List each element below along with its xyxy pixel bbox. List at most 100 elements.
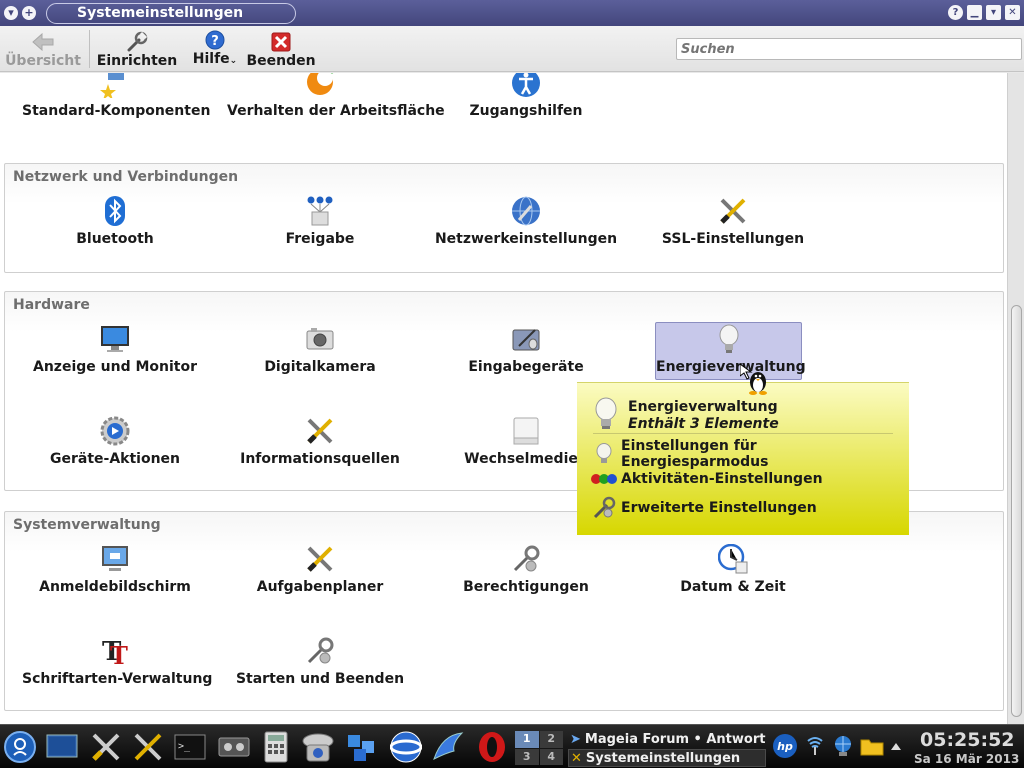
item-anzeige-monitor[interactable]: Anzeige und Monitor	[22, 323, 208, 375]
taskbar: >_ 1 2 3 4 ➤ Mageia Forum • Antwort ✕ Sy…	[0, 724, 1024, 768]
settings-tools-icon[interactable]	[88, 729, 124, 765]
network-blocks-icon[interactable]	[344, 729, 380, 765]
window-titlebar[interactable]: ▾ + Systemeinstellungen ? ▁ ▾ ✕	[0, 0, 1024, 26]
task-mageia-forum[interactable]: ➤ Mageia Forum • Antwort	[568, 730, 766, 748]
item-label: Bluetooth	[76, 231, 154, 247]
desktop-4[interactable]: 4	[539, 748, 563, 765]
workspace-behavior-icon	[304, 73, 336, 99]
item-starten-beenden[interactable]: Starten und Beenden	[227, 635, 413, 687]
item-label: Anzeige und Monitor	[33, 359, 197, 375]
seamonkey-icon[interactable]	[388, 729, 424, 765]
network-globe-icon[interactable]	[832, 735, 854, 757]
configure-label: Einrichten	[96, 53, 178, 69]
clock-time[interactable]: 05:25:52	[920, 729, 1015, 751]
item-schriftarten-verwaltung[interactable]: TT Schriftarten-Verwaltung	[22, 635, 213, 687]
overview-button[interactable]: Übersicht	[5, 28, 81, 70]
font-manager-icon: TT	[99, 635, 131, 667]
firefox-icon[interactable]	[430, 729, 466, 765]
item-aufgabenplaner[interactable]: Aufgabenplaner	[227, 543, 413, 595]
item-label: Schriftarten-Verwaltung	[22, 671, 213, 687]
svg-text:?: ?	[211, 34, 219, 49]
item-anmeldebildschirm[interactable]: Anmeldebildschirm	[22, 543, 208, 595]
configure-button[interactable]: Einrichten	[96, 28, 178, 70]
vertical-scrollbar[interactable]	[1007, 73, 1024, 724]
item-eingabegeraete[interactable]: Eingabegeräte	[433, 323, 619, 375]
desktop-icon[interactable]	[44, 729, 80, 765]
plus-icon[interactable]: +	[22, 6, 36, 20]
tooltip-entry-label: Aktivitäten-Einstellungen	[621, 471, 823, 487]
ssl-tools-icon	[717, 195, 749, 227]
desktop-2[interactable]: 2	[539, 731, 563, 748]
help-icon[interactable]: ?	[948, 5, 963, 20]
item-informationsquellen[interactable]: Informationsquellen	[227, 415, 413, 467]
task-label: Mageia Forum • Antwort	[584, 731, 766, 747]
startup-shutdown-icon	[304, 635, 336, 667]
item-netzwerkeinstellungen[interactable]: Netzwerkeinstellungen	[433, 195, 619, 247]
energieverwaltung-tooltip: Energieverwaltung Enthält 3 Elemente Ein…	[577, 382, 909, 535]
item-label: Eingabegeräte	[468, 359, 584, 375]
system-tray: hp	[772, 733, 902, 759]
item-freigabe[interactable]: Freigabe	[227, 195, 413, 247]
info-sources-icon	[304, 415, 336, 447]
clock-date[interactable]: Sa 16 Mär 2013	[914, 752, 1019, 766]
item-label: Datum & Zeit	[680, 579, 786, 595]
clock-icon	[717, 543, 749, 575]
item-zugangshilfen[interactable]: Zugangshilfen	[433, 73, 619, 119]
desktop-1[interactable]: 1	[515, 731, 539, 748]
item-ssl-einstellungen[interactable]: SSL-Einstellungen	[640, 195, 826, 247]
item-geraete-aktionen[interactable]: Geräte-Aktionen	[22, 415, 208, 467]
folder-icon[interactable]	[860, 736, 884, 756]
item-datum-zeit[interactable]: Datum & Zeit	[640, 543, 826, 595]
item-label: Starten und Beenden	[235, 671, 405, 687]
opera-icon[interactable]	[474, 729, 510, 765]
lightbulb-icon	[593, 397, 619, 435]
item-berechtigungen[interactable]: Berechtigungen	[433, 543, 619, 595]
item-label: Geräte-Aktionen	[49, 451, 181, 467]
expand-arrow-icon[interactable]	[890, 741, 902, 751]
item-digitalkamera[interactable]: Digitalkamera	[227, 323, 413, 375]
chevron-down-icon[interactable]: ▾	[4, 6, 18, 20]
virtual-desktop-pager[interactable]: 1 2 3 4	[515, 731, 563, 765]
bluetooth-icon	[99, 195, 131, 227]
configure-tools-icon[interactable]	[130, 729, 166, 765]
help-menu-button[interactable]: ? Hilfe⌄	[190, 28, 240, 70]
tooltip-entry[interactable]: Erweiterte Einstellungen	[591, 496, 817, 520]
item-label: Aufgabenplaner	[256, 579, 384, 595]
wireless-icon[interactable]	[804, 735, 826, 757]
item-bluetooth[interactable]: Bluetooth	[22, 195, 208, 247]
maximize-icon[interactable]: ▾	[986, 5, 1001, 20]
item-label: Freigabe	[285, 231, 355, 247]
item-label: Standard-Komponenten	[22, 103, 211, 119]
quit-button[interactable]: Beenden	[246, 28, 316, 70]
item-verhalten-arbeitsflaeche[interactable]: Verhalten der Arbeitsfläche	[227, 73, 445, 119]
media-icon[interactable]	[216, 729, 252, 765]
item-label: Digitalkamera	[264, 359, 376, 375]
group-title: Hardware	[13, 297, 90, 313]
scrollbar-thumb[interactable]	[1011, 305, 1022, 717]
terminal-icon[interactable]: >_	[172, 729, 208, 765]
task-scheduler-icon	[304, 543, 336, 575]
tooltip-entry[interactable]: Aktivitäten-Einstellungen	[591, 467, 823, 491]
hp-icon[interactable]: hp	[772, 733, 798, 759]
help-label: Hilfe⌄	[192, 51, 238, 67]
telephone-icon[interactable]	[300, 729, 336, 765]
default-components-icon	[99, 73, 131, 99]
lightbulb-icon	[713, 323, 745, 355]
item-energieverwaltung[interactable]: Energieverwaltung	[655, 322, 806, 380]
monitor-icon	[99, 323, 131, 355]
task-systemeinstellungen[interactable]: ✕ Systemeinstellungen	[568, 749, 766, 767]
item-label: Anmeldebildschirm	[39, 579, 191, 595]
firefox-icon: ➤	[570, 731, 581, 747]
kde-menu-icon[interactable]	[2, 729, 38, 765]
close-icon[interactable]: ✕	[1005, 5, 1020, 20]
tooltip-entry[interactable]: Einstellungen für Energiesparmodus	[591, 438, 909, 470]
minimize-icon[interactable]: ▁	[967, 5, 982, 20]
item-standard-komponenten[interactable]: Standard-Komponenten	[22, 73, 211, 119]
search-input[interactable]	[676, 38, 1022, 60]
tooltip-subtitle: Enthält 3 Elemente	[628, 416, 779, 432]
activities-icon	[591, 467, 617, 491]
sharing-icon	[304, 195, 336, 227]
task-label: Systemeinstellungen	[585, 750, 741, 766]
desktop-3[interactable]: 3	[515, 748, 539, 765]
calculator-icon[interactable]	[258, 729, 294, 765]
